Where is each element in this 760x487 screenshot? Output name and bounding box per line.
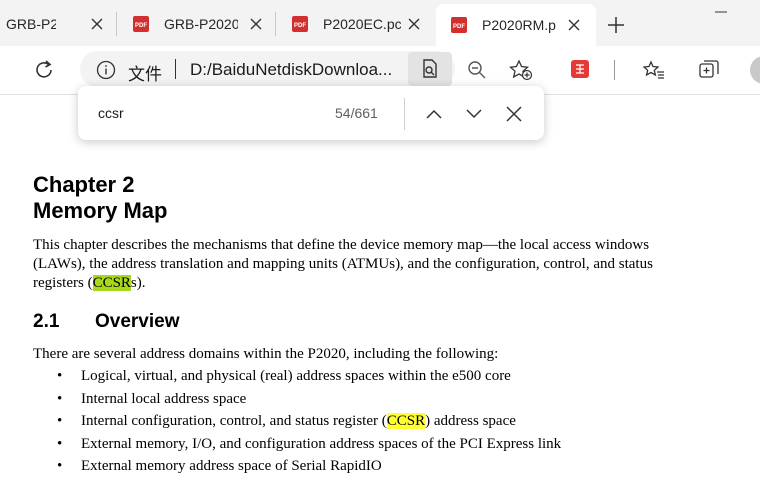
close-find-button[interactable] [502, 102, 526, 126]
list-item: Logical, virtual, and physical (real) ad… [81, 368, 511, 384]
section-number: 2.1 [33, 311, 60, 332]
intro-line-1: This chapter describes the mechanisms th… [33, 237, 650, 253]
toolbar-separator [614, 60, 615, 80]
bullet-marker: • [57, 391, 63, 407]
tab-p2020ec[interactable]: PDF P2020EC.pc [277, 4, 435, 44]
tab-close-icon[interactable] [86, 13, 108, 35]
search-match: CCSR [386, 413, 426, 429]
tab-close-icon[interactable] [403, 13, 425, 35]
overview-intro: There are several address domains within… [33, 346, 499, 362]
intro-line-2: (LAWs), the address translation and mapp… [33, 256, 653, 272]
zoom-out-icon [468, 61, 486, 79]
find-input[interactable]: ccsr [98, 105, 124, 121]
previous-match-button[interactable] [422, 102, 446, 126]
pdf-icon: PDF [451, 17, 467, 33]
star-add-icon [509, 59, 533, 81]
tab-separator [116, 12, 117, 36]
profile-avatar[interactable] [750, 56, 760, 84]
svg-text:PDF: PDF [453, 24, 465, 30]
bullet-marker: • [57, 436, 63, 452]
tab-title: GRB-P2020 [164, 16, 238, 32]
intro-text: s). [130, 275, 146, 291]
find-on-page-button[interactable] [408, 52, 452, 86]
search-match-current: CCSR [92, 275, 131, 291]
tab-strip: GRB-P2020 PDF GRB-P2020 PDF P2020EC.pc P… [0, 0, 760, 46]
list-item: External memory, I/O, and configuration … [81, 436, 562, 452]
bullet-marker: • [57, 368, 63, 384]
tab-grb-p2020-2[interactable]: PDF GRB-P2020 [118, 4, 276, 44]
intro-line-3: registers (CCSRs). [33, 274, 703, 293]
favorites-button[interactable] [640, 56, 668, 84]
chevron-up-icon [426, 109, 442, 119]
find-divider [404, 98, 405, 130]
address-divider [175, 59, 176, 79]
list-item-text: Internal configuration, control, and sta… [81, 413, 387, 429]
bullet-marker: • [57, 458, 63, 474]
svg-text:PDF: PDF [135, 23, 147, 29]
info-icon[interactable] [96, 60, 116, 80]
zoom-out-button[interactable] [463, 56, 491, 84]
tab-p2020rm-active[interactable]: PDF P2020RM.p [436, 4, 596, 46]
pdf-icon: PDF [292, 16, 308, 32]
intro-text: registers ( [33, 275, 93, 291]
chevron-down-icon [466, 109, 482, 119]
section-title: Overview [95, 311, 180, 332]
tab-close-icon[interactable] [563, 14, 585, 36]
tab-title: GRB-P2020 [6, 16, 56, 32]
list-item: External memory address space of Serial … [81, 458, 382, 474]
list-item-text: ) address space [425, 413, 516, 429]
bullet-marker: • [57, 413, 63, 429]
find-bar: ccsr 54/661 [78, 86, 544, 140]
find-match-count: 54/661 [335, 105, 378, 121]
tab-title: P2020EC.pc [323, 16, 401, 32]
refresh-button[interactable] [30, 56, 58, 84]
refresh-icon [36, 60, 52, 78]
new-tab-button[interactable] [603, 12, 629, 38]
minimize-button[interactable] [708, 4, 734, 20]
tab-grb-p2020-1[interactable]: GRB-P2020 [0, 4, 117, 44]
tab-close-icon[interactable] [245, 13, 267, 35]
collections-icon [699, 60, 719, 78]
svg-text:PDF: PDF [294, 23, 306, 29]
collections-button[interactable] [695, 56, 723, 84]
extension-button[interactable] [568, 57, 592, 81]
address-url[interactable]: D:/BaiduNetdiskDownloa... [190, 60, 392, 80]
favorites-icon [643, 60, 664, 79]
list-item: Internal configuration, control, and sta… [81, 413, 516, 430]
chapter-number: Chapter 2 [33, 172, 135, 197]
pdf-page: Chapter 2 Memory Map This chapter descri… [0, 95, 760, 487]
chapter-title: Memory Map [33, 198, 168, 223]
pdf-icon: PDF [133, 16, 149, 32]
add-favorite-button[interactable] [506, 56, 536, 84]
close-icon [506, 106, 522, 122]
next-match-button[interactable] [462, 102, 486, 126]
address-bar[interactable]: 文件 D:/BaiduNetdiskDownloa... [80, 51, 455, 87]
find-in-page-icon [423, 59, 437, 78]
extension-icon [571, 60, 589, 78]
tab-separator [275, 12, 276, 36]
tab-title: P2020RM.p [482, 17, 556, 33]
minimize-icon [715, 11, 727, 13]
plus-icon [608, 17, 624, 33]
list-item: Internal local address space [81, 391, 247, 407]
file-scheme-label: 文件 [128, 65, 162, 84]
